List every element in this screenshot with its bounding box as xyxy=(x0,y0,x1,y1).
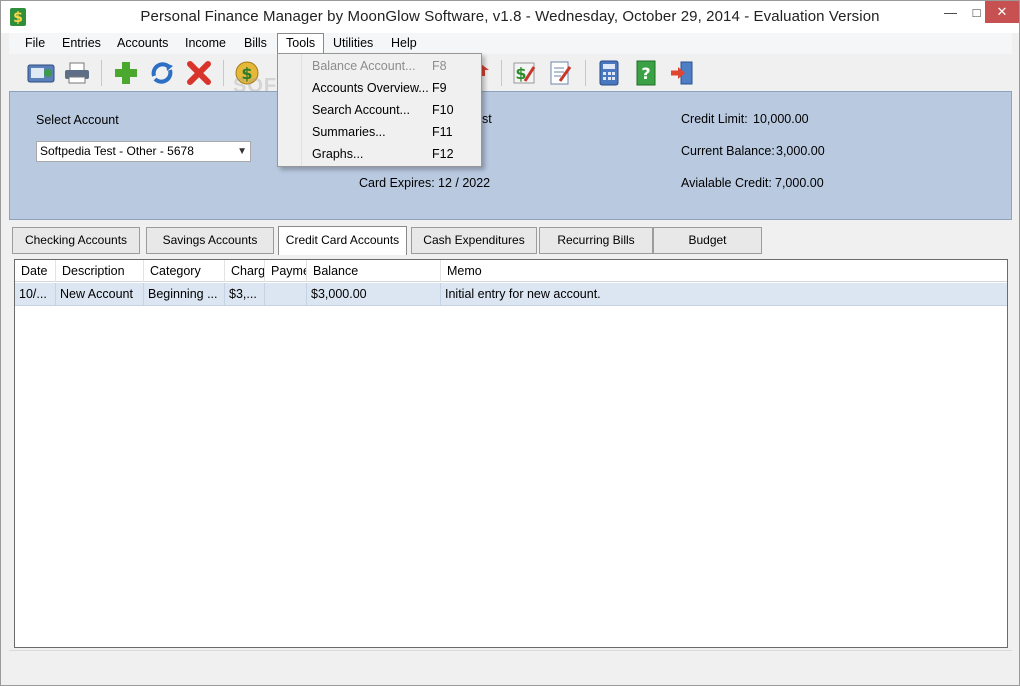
menu-file[interactable]: File xyxy=(17,33,53,54)
exit-icon[interactable] xyxy=(666,57,698,89)
refresh-icon[interactable] xyxy=(146,57,178,89)
chevron-down-icon: ▼ xyxy=(237,146,247,157)
available-credit-value: 7,000.00 xyxy=(775,176,824,190)
select-account-label: Select Account xyxy=(36,113,119,127)
column-header-memo[interactable]: Memo xyxy=(441,260,1007,282)
tab-savings-accounts[interactable]: Savings Accounts xyxy=(146,227,274,254)
menu-item-graphs[interactable]: Graphs... F12 xyxy=(278,143,481,165)
notepad-icon[interactable] xyxy=(544,57,576,89)
current-balance-value: 3,000.00 xyxy=(776,144,825,158)
account-select-value: Softpedia Test - Other - 5678 xyxy=(40,144,194,158)
cell-category: Beginning ... xyxy=(144,283,225,306)
calculator-icon[interactable] xyxy=(593,57,625,89)
menu-item-balance-account[interactable]: Balance Account... F8 xyxy=(278,55,481,77)
account-name-partial-label: st xyxy=(482,112,492,126)
title-bar: $ Personal Finance Manager by MoonGlow S… xyxy=(1,1,1019,33)
menu-help[interactable]: Help xyxy=(383,33,425,54)
menu-item-search-account[interactable]: Search Account... F10 xyxy=(278,99,481,121)
menu-bar: File Entries Accounts Income Bills Tools… xyxy=(9,33,1012,54)
menu-utilities[interactable]: Utilities xyxy=(325,33,381,54)
card-expires-value: 12 / 2022 xyxy=(438,176,491,190)
table-row[interactable]: 10/... New Account Beginning ... $3,... … xyxy=(15,283,1007,306)
app-window: $ Personal Finance Manager by MoonGlow S… xyxy=(0,0,1020,686)
help-icon[interactable]: ? xyxy=(630,57,662,89)
grid-header: Date Description Category Charg Payme Ba… xyxy=(15,260,1007,282)
cell-charge: $3,... xyxy=(225,283,265,306)
available-credit-label: Avialable Credit: xyxy=(681,176,772,190)
column-header-date[interactable]: Date xyxy=(15,260,56,282)
cell-memo: Initial entry for new account. xyxy=(445,287,601,301)
menu-income[interactable]: Income xyxy=(177,33,234,54)
menu-tools[interactable]: Tools xyxy=(277,33,325,54)
column-header-charge[interactable]: Charg xyxy=(225,260,265,282)
menu-accounts[interactable]: Accounts xyxy=(109,33,176,54)
tabs-area: Checking Accounts Savings Accounts Credi… xyxy=(9,223,1012,683)
account-select[interactable]: Softpedia Test - Other - 5678 ▼ xyxy=(36,141,251,162)
menu-bills[interactable]: Bills xyxy=(236,33,275,54)
credit-limit-value: 10,000.00 xyxy=(753,112,809,126)
cell-description: New Account xyxy=(56,283,144,306)
column-header-payment[interactable]: Payme xyxy=(265,260,307,282)
print-icon[interactable] xyxy=(61,57,93,89)
menu-item-summaries[interactable]: Summaries... F11 xyxy=(278,121,481,143)
column-header-category[interactable]: Category xyxy=(144,260,225,282)
current-balance-label: Current Balance: xyxy=(681,144,775,158)
close-button[interactable]: ✕ xyxy=(985,1,1019,23)
accounts-icon[interactable] xyxy=(25,57,57,89)
menu-item-accounts-overview[interactable]: Accounts Overview... F9 xyxy=(278,77,481,99)
delete-icon[interactable] xyxy=(183,57,215,89)
tools-dropdown-menu: Balance Account... F8 Accounts Overview.… xyxy=(277,53,482,167)
cell-date: 10/... xyxy=(15,283,56,306)
account-panel: Select Account Softpedia Test - Other - … xyxy=(9,91,1012,220)
tab-recurring-bills[interactable]: Recurring Bills xyxy=(539,227,653,254)
tab-checking-accounts[interactable]: Checking Accounts xyxy=(12,227,140,254)
svg-text:?: ? xyxy=(641,64,650,83)
cell-balance: $3,000.00 xyxy=(307,283,441,306)
tab-credit-card-accounts[interactable]: Credit Card Accounts xyxy=(278,226,407,255)
window-title: Personal Finance Manager by MoonGlow Sof… xyxy=(140,8,880,25)
tab-cash-expenditures[interactable]: Cash Expenditures xyxy=(411,227,537,254)
transactions-grid[interactable]: Date Description Category Charg Payme Ba… xyxy=(14,259,1008,648)
minimize-button[interactable]: — xyxy=(937,2,964,22)
budget-icon[interactable]: $ xyxy=(508,57,540,89)
credit-limit-label: Credit Limit: xyxy=(681,112,748,126)
cell-payment xyxy=(265,283,307,306)
column-header-balance[interactable]: Balance xyxy=(307,260,441,282)
tab-budget[interactable]: Budget xyxy=(653,227,762,254)
card-expires-label: Card Expires: xyxy=(359,176,435,190)
menu-entries[interactable]: Entries xyxy=(54,33,109,54)
column-header-description[interactable]: Description xyxy=(56,260,144,282)
status-strip xyxy=(9,650,1012,680)
toolbar: $ $ ? xyxy=(9,54,1012,91)
add-icon[interactable] xyxy=(110,57,142,89)
